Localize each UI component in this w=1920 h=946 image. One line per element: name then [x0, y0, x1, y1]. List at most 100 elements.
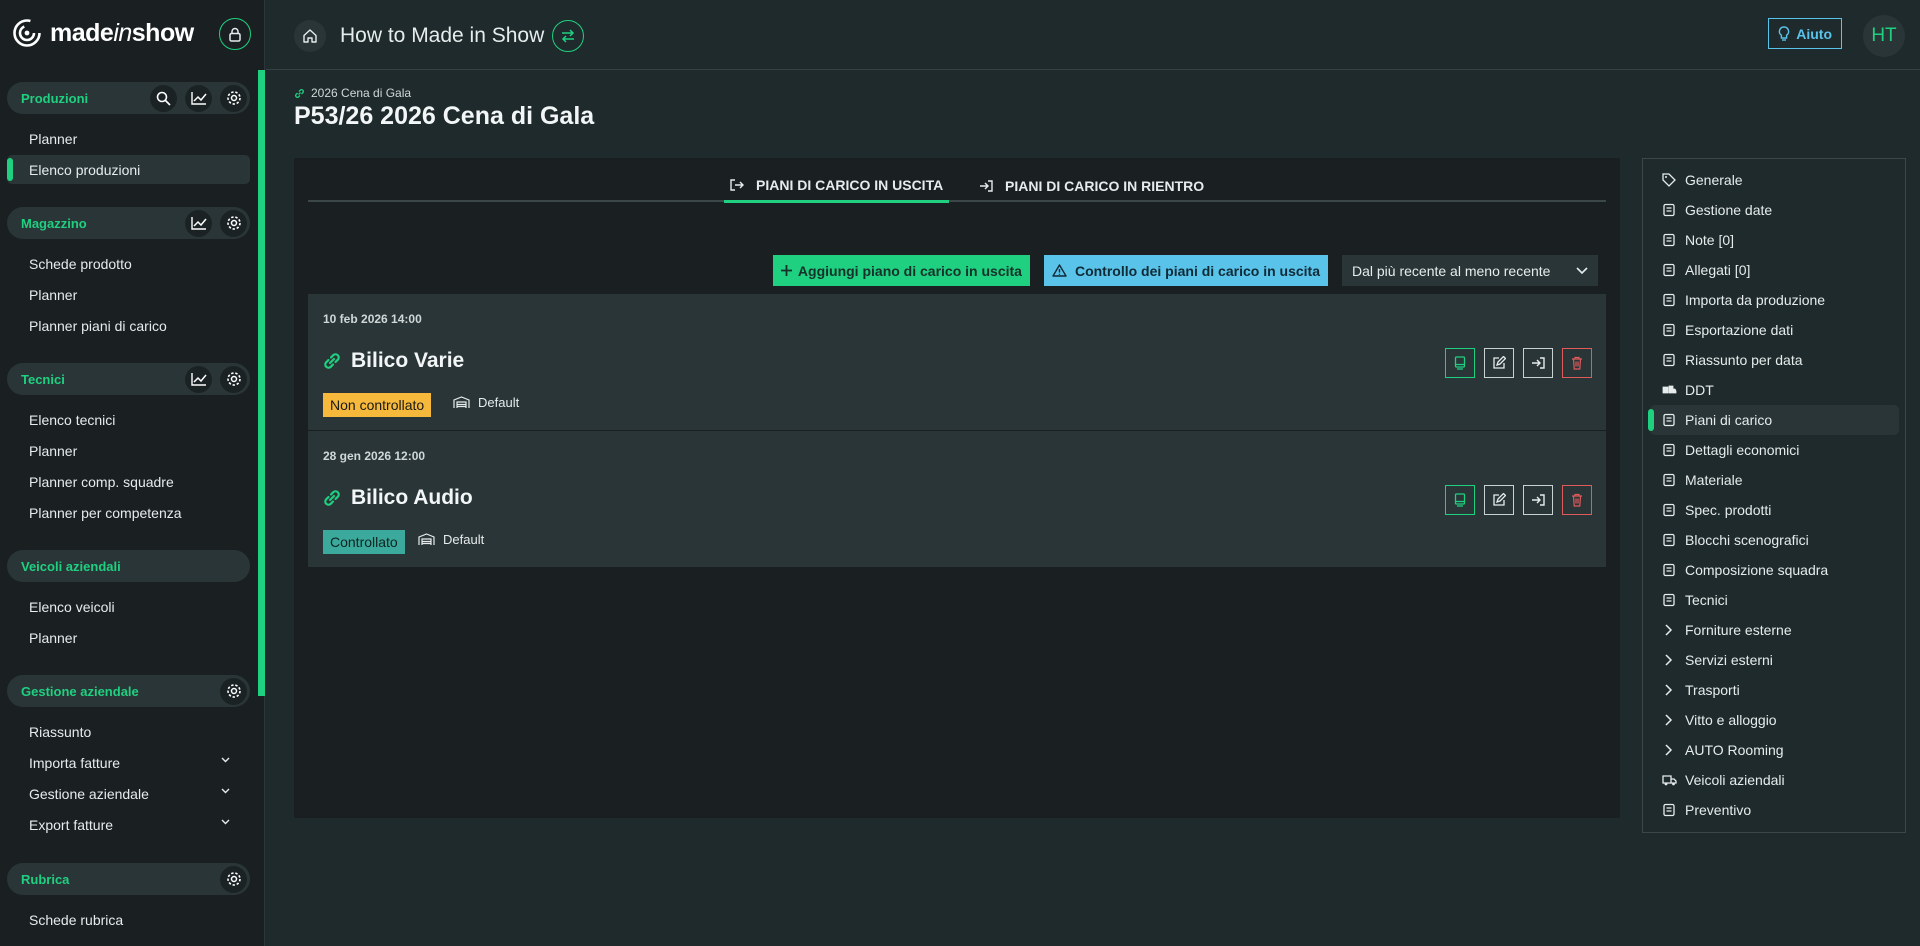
chart-line-icon: [190, 92, 207, 105]
boxes-icon: [1663, 473, 1675, 487]
lock-button[interactable]: [219, 18, 251, 50]
card-name[interactable]: Bilico Varie: [322, 349, 464, 373]
sidebar-item-elenco-tecnici[interactable]: Elenco tecnici: [7, 405, 250, 434]
load-plan-icon: [1454, 493, 1466, 507]
sidebar-item-export-fatture[interactable]: Export fatture: [7, 810, 250, 839]
nav-item-label: Dettagli economici: [1685, 442, 1800, 458]
section-produzioni[interactable]: Produzioni: [7, 82, 250, 114]
nav-item-label: Note [0]: [1685, 232, 1735, 248]
help-button[interactable]: Aiuto: [1768, 18, 1842, 49]
sidebar-item-schede-prodotto[interactable]: Schede prodotto: [7, 249, 250, 278]
section-veicoli-aziendali[interactable]: Veicoli aziendali: [7, 550, 250, 582]
nav-item-label: DDT: [1685, 382, 1714, 398]
section-tecnici[interactable]: Tecnici: [7, 363, 250, 395]
template-name: Default: [443, 532, 485, 547]
sidebar-item-planner[interactable]: Planner: [7, 124, 250, 153]
edit-button[interactable]: [1484, 485, 1514, 515]
nav-item-composizione-squadra[interactable]: Composizione squadra: [1650, 555, 1899, 585]
tab-bar: PIANI DI CARICO IN USCITA PIANI DI CARIC…: [308, 170, 1606, 203]
sidebar-item-elenco-veicoli[interactable]: Elenco veicoli: [7, 592, 250, 621]
stats-button[interactable]: [185, 365, 212, 393]
sidebar-item-planner[interactable]: Planner: [7, 436, 250, 465]
section-magazzino[interactable]: Magazzino: [7, 207, 250, 239]
brand-logo[interactable]: madeinshow: [12, 16, 194, 50]
edit-button[interactable]: [1484, 348, 1514, 378]
nav-item-tecnici[interactable]: Tecnici: [1650, 585, 1899, 615]
stats-button[interactable]: [185, 84, 212, 112]
delete-button[interactable]: [1562, 485, 1592, 515]
breadcrumb[interactable]: 2026 Cena di Gala: [294, 86, 411, 100]
trash-icon: [1572, 356, 1582, 370]
tab-piani-uscita[interactable]: PIANI DI CARICO IN USCITA: [724, 170, 950, 203]
load-plan-card[interactable]: 28 gen 2026 12:00 Bilico Audio Controlla…: [308, 431, 1606, 568]
nav-item-preventivo[interactable]: Preventivo: [1650, 795, 1899, 825]
avatar[interactable]: HT: [1863, 15, 1905, 57]
nav-item-gestione-date[interactable]: Gestione date: [1650, 195, 1899, 225]
nav-item-vitto-e-alloggio[interactable]: Vitto e alloggio: [1650, 705, 1899, 735]
sidebar-item-elenco-produzioni[interactable]: Elenco produzioni: [7, 155, 250, 184]
load-plan-view-button[interactable]: [1445, 485, 1475, 515]
sidebar-item-riassunto[interactable]: Riassunto: [7, 717, 250, 746]
tab-piani-rientro[interactable]: PIANI DI CARICO IN RIENTRO: [973, 170, 1210, 202]
sort-select[interactable]: Dal più recente al meno recente: [1342, 255, 1598, 286]
nav-item-auto-rooming[interactable]: AUTO Rooming: [1650, 735, 1899, 765]
nav-item-materiale[interactable]: Materiale: [1650, 465, 1899, 495]
card-name[interactable]: Bilico Audio: [322, 486, 473, 510]
settings-button[interactable]: [220, 677, 247, 705]
section-rubrica[interactable]: Rubrica: [7, 863, 250, 895]
settings-button[interactable]: [220, 84, 247, 112]
nav-item-generale[interactable]: Generale: [1650, 165, 1899, 195]
file-spec-icon: [1663, 503, 1675, 517]
calendar-check-icon: [1663, 353, 1675, 367]
settings-button[interactable]: [220, 365, 247, 393]
sign-in-icon: [980, 180, 993, 192]
nav-item-spec-prodotti[interactable]: Spec. prodotti: [1650, 495, 1899, 525]
return-button[interactable]: [1523, 348, 1553, 378]
nav-item-importa-da-produzione[interactable]: Importa da produzione: [1650, 285, 1899, 315]
nav-item-riassunto-per-data[interactable]: Riassunto per data: [1650, 345, 1899, 375]
nav-item-forniture-esterne[interactable]: Forniture esterne: [1650, 615, 1899, 645]
sidebar-item-planner-comp-squadre[interactable]: Planner comp. squadre: [7, 467, 250, 496]
delete-button[interactable]: [1562, 348, 1592, 378]
sidebar-item-schede-rubrica[interactable]: Schede rubrica: [7, 905, 250, 934]
chevron-down-icon: [221, 788, 230, 794]
add-load-plan-button[interactable]: Aggiungi piano di carico in uscita: [772, 255, 1030, 286]
settings-button[interactable]: [220, 209, 247, 237]
sidebar-item-planner-per-competenza[interactable]: Planner per competenza: [7, 498, 250, 527]
nav-item-dettagli-economici[interactable]: Dettagli economici: [1650, 435, 1899, 465]
nav-item-piani-di-carico[interactable]: Piani di carico: [1648, 405, 1899, 435]
nav-item-blocchi-scenografici[interactable]: Blocchi scenografici: [1650, 525, 1899, 555]
nav-item-trasporti[interactable]: Trasporti: [1650, 675, 1899, 705]
nav-item-allegati-0[interactable]: Allegati [0]: [1650, 255, 1899, 285]
nav-item-esportazione-dati[interactable]: Esportazione dati: [1650, 315, 1899, 345]
nav-item-note-0[interactable]: Note [0]: [1650, 225, 1899, 255]
home-button[interactable]: [294, 20, 326, 52]
link-icon: [295, 88, 304, 98]
sidebar-scrollbar[interactable]: [258, 70, 265, 696]
nav-item-veicoli-aziendali[interactable]: Veicoli aziendali: [1650, 765, 1899, 795]
gear-icon: [226, 91, 241, 105]
return-button[interactable]: [1523, 485, 1553, 515]
chevron-right-icon: [1665, 714, 1673, 726]
warning-icon: [1052, 264, 1067, 277]
check-label: Controllo dei piani di carico in uscita: [1074, 262, 1320, 279]
sidebar: madeinshow Produzioni Planner Elenco pro…: [0, 0, 265, 946]
team-icon: [1663, 563, 1675, 577]
sidebar-item-planner-piani-di-carico[interactable]: Planner piani di carico: [7, 311, 250, 340]
switch-company-button[interactable]: [552, 20, 584, 52]
check-load-plans-button[interactable]: Controllo dei piani di carico in uscita: [1043, 255, 1328, 286]
load-plan-card[interactable]: 10 feb 2026 14:00 Bilico Varie Non contr…: [308, 294, 1606, 431]
stats-button[interactable]: [185, 209, 212, 237]
search-button[interactable]: [150, 84, 177, 112]
sidebar-item-planner[interactable]: Planner: [7, 280, 250, 309]
settings-button[interactable]: [220, 865, 247, 893]
nav-item-label: Servizi esterni: [1685, 652, 1773, 668]
sidebar-item-planner[interactable]: Planner: [7, 623, 250, 652]
nav-item-servizi-esterni[interactable]: Servizi esterni: [1650, 645, 1899, 675]
load-plan-view-button[interactable]: [1445, 348, 1475, 378]
sidebar-item-gestione-aziendale[interactable]: Gestione aziendale: [7, 779, 250, 808]
section-gestione-aziendale[interactable]: Gestione aziendale: [7, 675, 250, 707]
sidebar-item-importa-fatture[interactable]: Importa fatture: [7, 748, 250, 777]
nav-item-ddt[interactable]: DDT: [1650, 375, 1899, 405]
sidebar-item-label: Importa fatture: [29, 754, 121, 771]
